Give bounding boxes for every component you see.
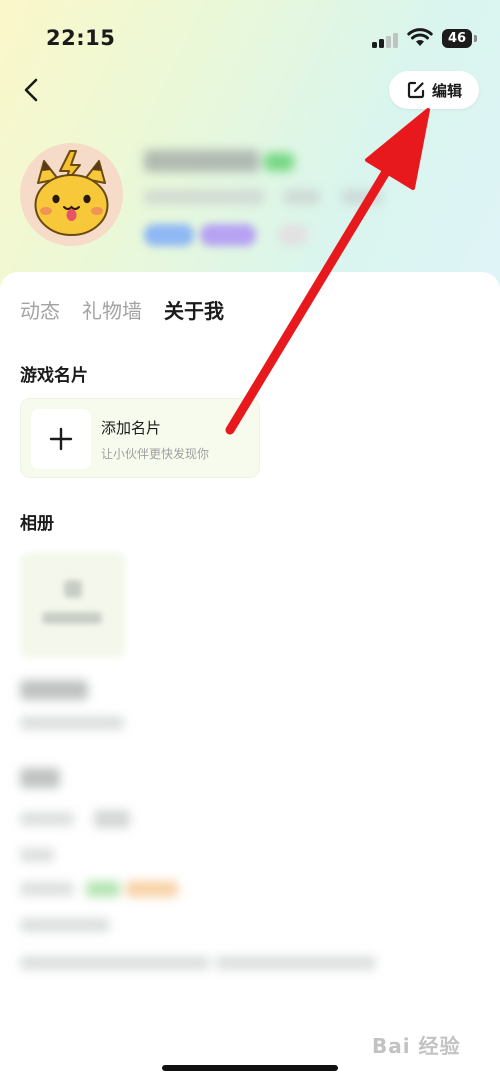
edit-profile-button[interactable]: 编辑 [389, 71, 479, 109]
game-cards-title: 游戏名片 [20, 366, 88, 386]
profile-tags-blurred [144, 224, 324, 250]
back-button[interactable] [16, 74, 48, 106]
plus-icon [49, 427, 73, 451]
pikachu-avatar-icon [34, 150, 109, 236]
chevron-left-icon [24, 78, 38, 102]
battery-level: 46 [442, 29, 472, 48]
avatar[interactable] [20, 143, 123, 246]
album-add-photo-blurred[interactable] [20, 552, 126, 658]
add-card-subtitle: 让小伙伴更快发现你 [101, 447, 210, 461]
tab-moments[interactable]: 动态 [20, 295, 60, 324]
tab-about-me[interactable]: 关于我 [164, 295, 224, 324]
album-title: 相册 [20, 514, 54, 534]
wifi-icon [407, 28, 433, 46]
add-card-tile [31, 409, 91, 469]
profile-tabs: 动态 礼物墙 关于我 [20, 295, 224, 324]
cellular-signal-icon [372, 32, 402, 48]
add-card-title: 添加名片 [101, 419, 162, 437]
watermark: Bai 经验 [372, 1034, 461, 1058]
add-game-card-button[interactable]: 添加名片 让小伙伴更快发现你 [20, 398, 260, 478]
status-time: 22:15 [46, 26, 116, 50]
profile-info-blurred [144, 190, 384, 208]
edit-icon [407, 81, 425, 99]
battery-tip [474, 35, 477, 42]
tab-gift-wall[interactable]: 礼物墙 [82, 295, 142, 324]
blurred-section-a [20, 680, 220, 740]
home-indicator[interactable] [162, 1065, 338, 1071]
edit-button-label: 编辑 [431, 81, 462, 100]
status-bar: 22:15 46 [0, 0, 500, 70]
nickname-blurred [144, 150, 294, 174]
blurred-section-b [20, 768, 420, 978]
